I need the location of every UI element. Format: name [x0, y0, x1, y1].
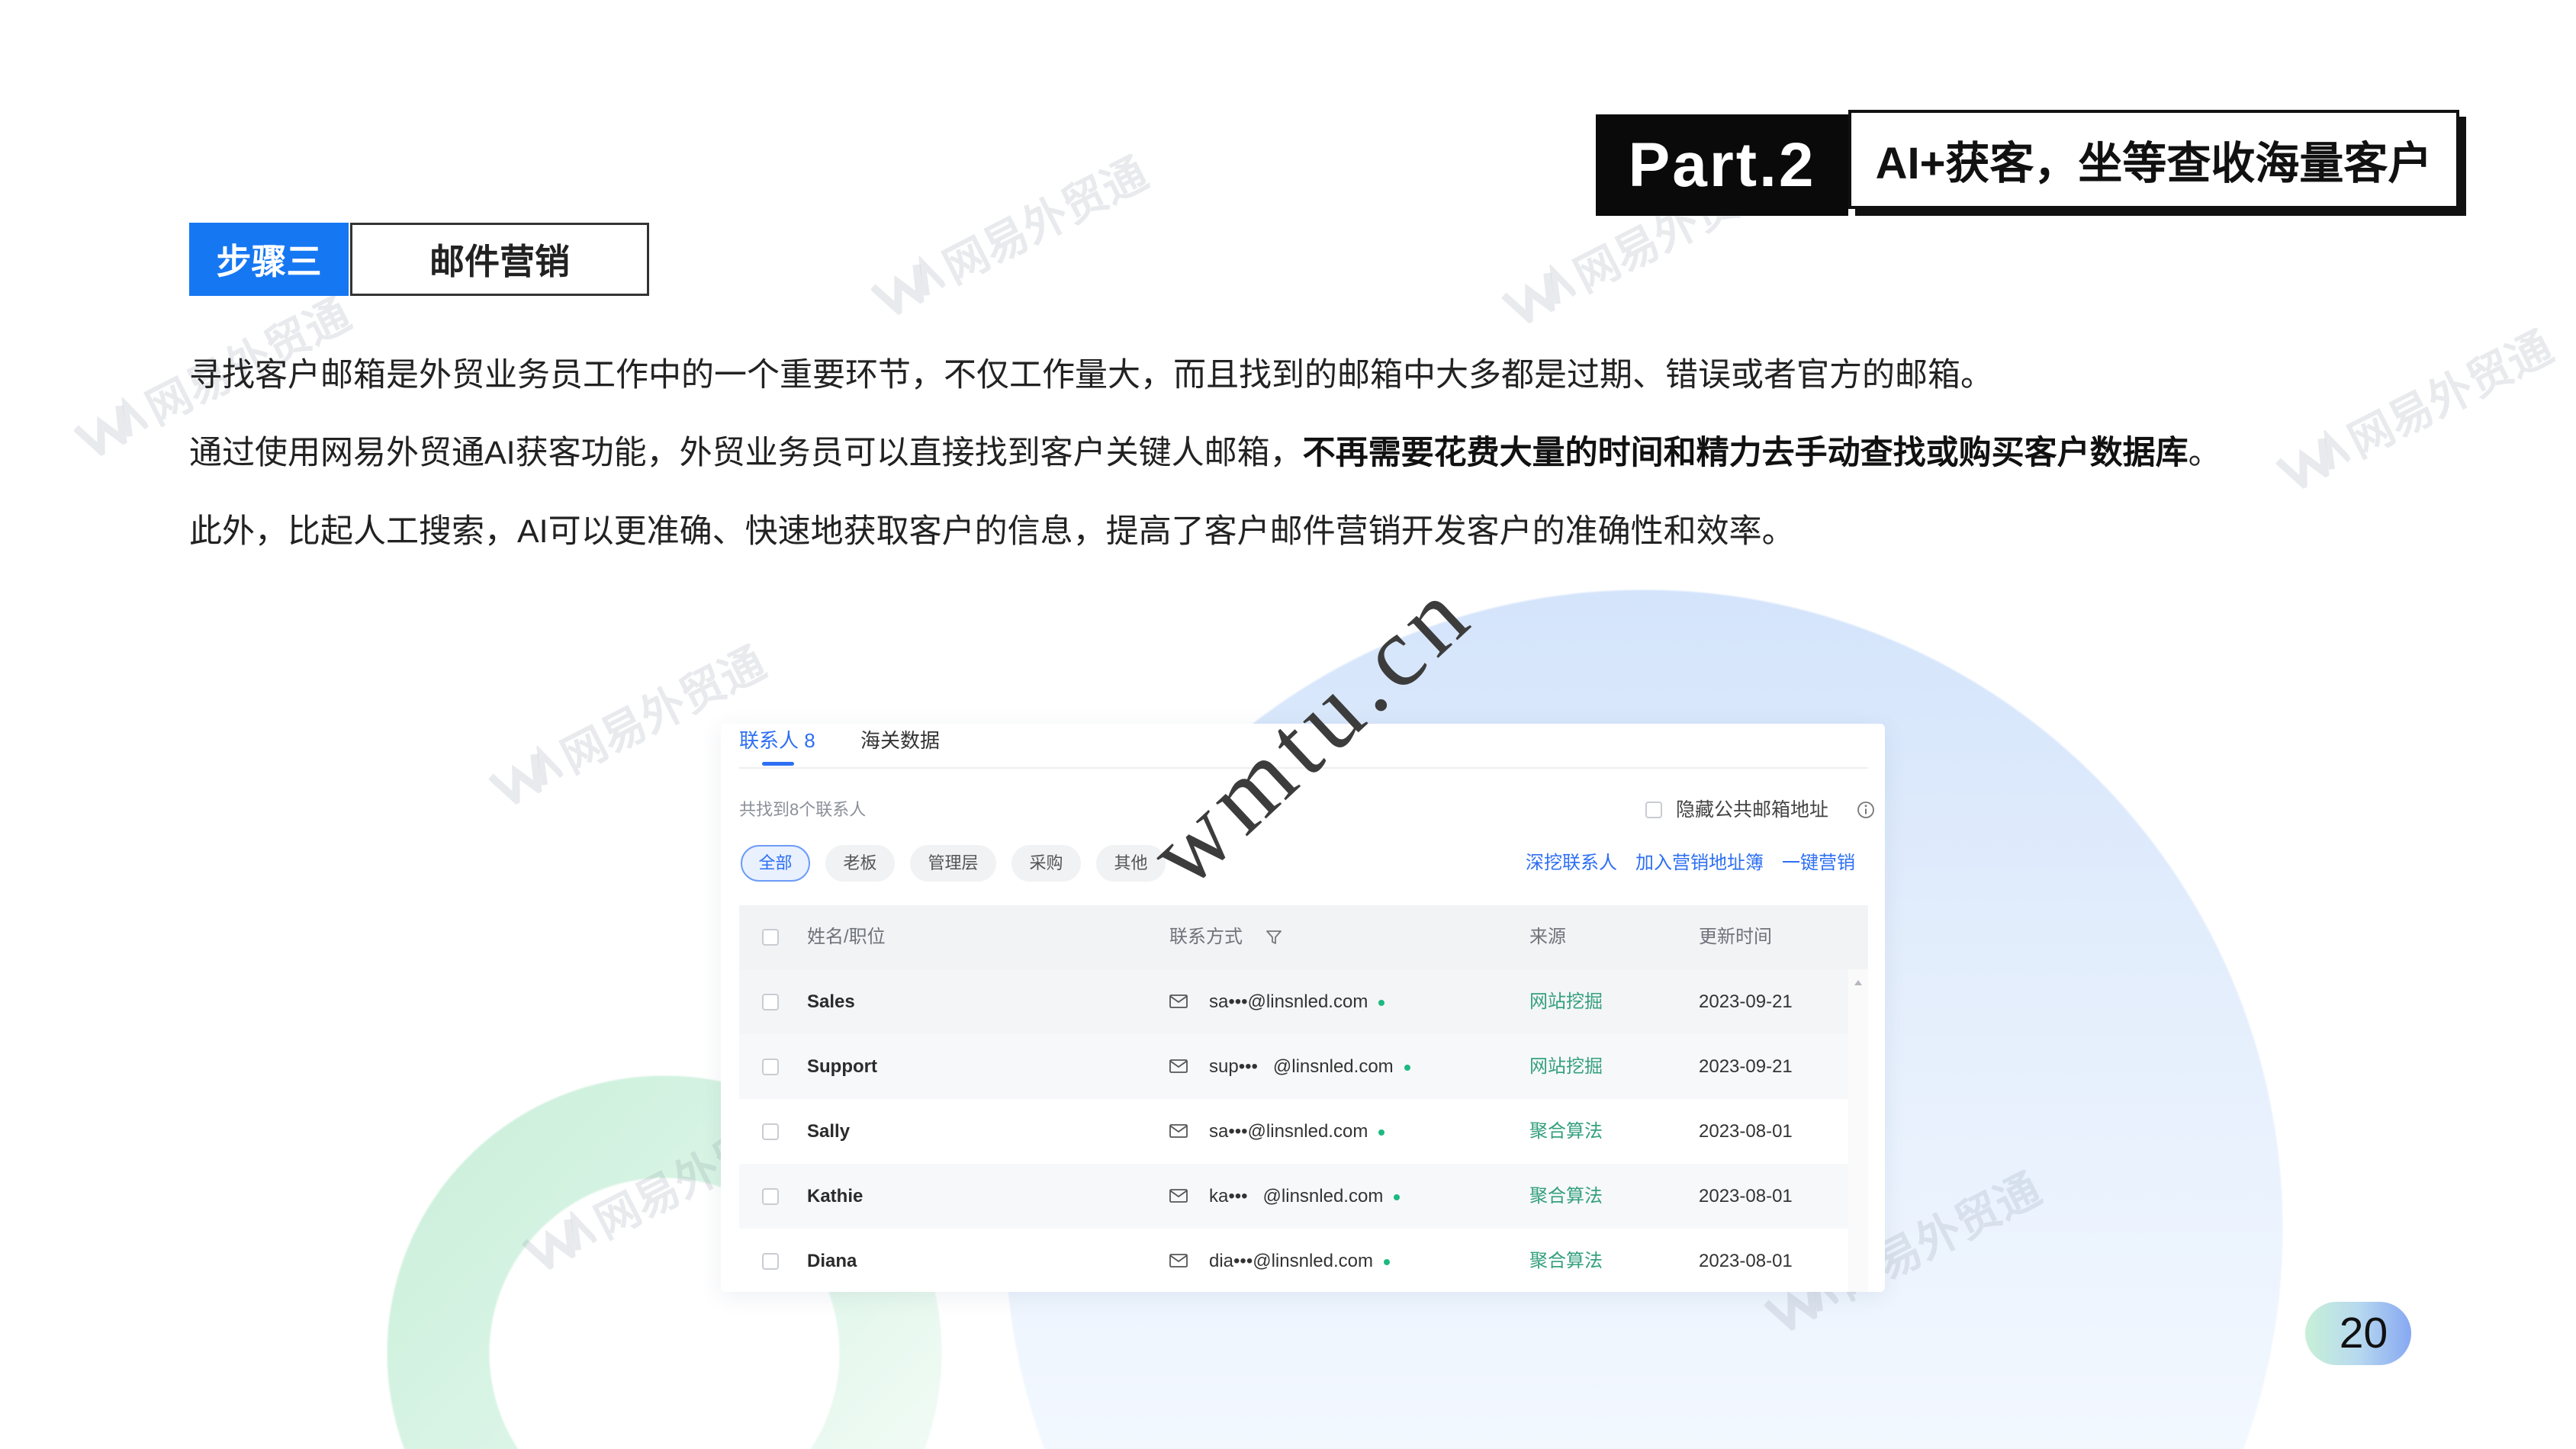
contacts-found-count: 共找到8个联系人 [739, 800, 867, 819]
contact-email[interactable]: ka••• @linsnled.com [1209, 1164, 1401, 1229]
filter-management[interactable]: 管理层 [910, 845, 996, 882]
contact-name[interactable]: Sales [807, 969, 855, 1034]
paragraph-line-2-end: 。 [2188, 435, 2221, 471]
dig-contacts-link[interactable]: 深挖联系人 [1526, 851, 1617, 876]
contact-source: 网站挖掘 [1529, 1056, 1603, 1077]
contact-email[interactable]: dia•••@linsnled.com [1209, 1229, 1390, 1292]
brand-watermark-text: 网易外贸通 [935, 148, 1156, 294]
paragraph-line-2: 通过使用网易外贸通AI获客功能，外贸业务员可以直接找到客户关键人邮箱，不再需要花… [189, 430, 2221, 476]
mail-icon [1169, 1124, 1188, 1138]
contact-email[interactable]: sup••• @linsnled.com [1209, 1034, 1410, 1099]
table-row[interactable]: Sales sa•••@linsnled.com 网站挖掘 2023-09-21 [739, 969, 1848, 1034]
filter-icon[interactable] [1265, 929, 1282, 946]
column-source[interactable]: 来源 [1529, 905, 1566, 969]
table-row[interactable]: Sally sa•••@linsnled.com 聚合算法 2023-08-01 [739, 1099, 1848, 1164]
mail-icon [1169, 1059, 1188, 1073]
mail-icon [1169, 994, 1188, 1008]
column-updated[interactable]: 更新时间 [1699, 905, 1772, 969]
update-date: 2023-09-21 [1699, 991, 1793, 1012]
mail-icon [1169, 1189, 1188, 1203]
brand-watermark: 网易外贸通 [865, 140, 1161, 326]
brand-watermark-text: 网易外贸通 [2340, 322, 2561, 467]
mail-icon [1169, 1254, 1188, 1267]
one-click-marketing-link[interactable]: 一键营销 [1782, 851, 1855, 876]
brand-logo-icon [870, 254, 947, 319]
table-scrollbar[interactable] [1848, 969, 1868, 1292]
paragraph-line-2-text: 通过使用网易外贸通AI获客功能，外贸业务员可以直接找到客户关键人邮箱， [189, 435, 1303, 471]
contact-name[interactable]: Sally [807, 1099, 850, 1164]
page-number: 20 [2305, 1302, 2411, 1365]
status-dot-icon [1394, 1194, 1401, 1200]
paragraph-line-3: 此外，比起人工搜索，AI可以更准确、快速地获取客户的信息，提高了客户邮件营销开发… [189, 513, 1795, 550]
column-name[interactable]: 姓名/职位 [807, 905, 886, 969]
update-date: 2023-08-01 [1699, 1186, 1793, 1206]
table-row[interactable]: Diana dia•••@linsnled.com 聚合算法 2023-08-0… [739, 1229, 1848, 1292]
status-dot-icon [1384, 1258, 1390, 1265]
paragraph-line-2-bold: 不再需要花费大量的时间和精力去手动查找或购买客户数据库 [1302, 435, 2188, 471]
filter-all[interactable]: 全部 [741, 845, 810, 882]
update-date: 2023-08-01 [1699, 1121, 1793, 1142]
row-checkbox[interactable] [762, 994, 779, 1010]
tab-contacts[interactable]: 联系人 8 [739, 727, 815, 754]
update-date: 2023-09-21 [1699, 1056, 1793, 1077]
column-contact[interactable]: 联系方式 [1169, 905, 1243, 969]
hide-public-email-label[interactable]: 隐藏公共邮箱地址 [1676, 798, 1828, 822]
row-checkbox[interactable] [762, 1188, 779, 1205]
step-label: 步骤三 [189, 223, 349, 296]
contact-email[interactable]: sa•••@linsnled.com [1209, 969, 1385, 1034]
contact-name[interactable]: Diana [807, 1229, 857, 1292]
brand-logo-icon [1500, 262, 1578, 327]
active-tab-indicator [762, 762, 794, 766]
info-icon[interactable] [1857, 801, 1875, 819]
status-dot-icon [1404, 1064, 1410, 1071]
part-label: Part.2 [1596, 114, 1848, 216]
filter-boss[interactable]: 老板 [825, 845, 895, 882]
chevron-up-icon[interactable] [1854, 980, 1862, 985]
contact-source: 聚合算法 [1529, 1186, 1603, 1206]
table-header: 姓名/职位 联系方式 来源 更新时间 [739, 905, 1868, 969]
brand-logo-icon [487, 744, 565, 808]
brand-watermark: 网易外贸通 [2270, 313, 2566, 500]
section-title: AI+获客，坐等查收海量客户 [1848, 110, 2459, 209]
paragraph-line-1: 寻找客户邮箱是外贸业务员工作中的一个重要环节，不仅工作量大，而且找到的邮箱中大多… [189, 357, 1993, 394]
contact-name[interactable]: Support [807, 1034, 877, 1099]
row-checkbox[interactable] [762, 1059, 779, 1075]
slide: 网易外贸通 网易外贸通 网易外贸通 网易外贸通 网易外贸通 网易外贸通 网易外贸… [0, 0, 2576, 1449]
add-to-address-book-link[interactable]: 加入营销地址簿 [1635, 851, 1764, 876]
bulk-actions: 深挖联系人 加入营销地址簿 一键营销 [1526, 851, 1855, 876]
contact-name[interactable]: Kathie [807, 1164, 863, 1229]
contact-source: 网站挖掘 [1529, 991, 1603, 1012]
contact-email[interactable]: sa•••@linsnled.com [1209, 1099, 1385, 1164]
email-text: sup••• @linsnled.com [1209, 1056, 1394, 1077]
email-text: sa•••@linsnled.com [1209, 991, 1368, 1012]
brand-logo-icon [72, 395, 150, 460]
table-row[interactable]: Kathie ka••• @linsnled.com 聚合算法 2023-08-… [739, 1164, 1848, 1229]
email-text: dia•••@linsnled.com [1209, 1251, 1373, 1271]
contact-source: 聚合算法 [1529, 1121, 1603, 1142]
tab-customs-data[interactable]: 海关数据 [860, 727, 940, 754]
row-checkbox[interactable] [762, 1123, 779, 1140]
brand-logo-icon [2275, 428, 2352, 493]
step-title: 邮件营销 [350, 223, 649, 296]
email-text: ka••• @linsnled.com [1209, 1186, 1384, 1206]
email-text: sa•••@linsnled.com [1209, 1121, 1368, 1142]
select-all-checkbox[interactable] [762, 929, 779, 946]
status-dot-icon [1378, 1129, 1385, 1136]
update-date: 2023-08-01 [1699, 1251, 1793, 1271]
row-checkbox[interactable] [762, 1253, 779, 1270]
filter-purchasing[interactable]: 采购 [1011, 845, 1081, 882]
table-row[interactable]: Support sup••• @linsnled.com 网站挖掘 2023-0… [739, 1034, 1848, 1099]
contact-source: 聚合算法 [1529, 1251, 1603, 1271]
hide-public-email-checkbox[interactable] [1645, 802, 1662, 818]
status-dot-icon [1378, 999, 1385, 1006]
